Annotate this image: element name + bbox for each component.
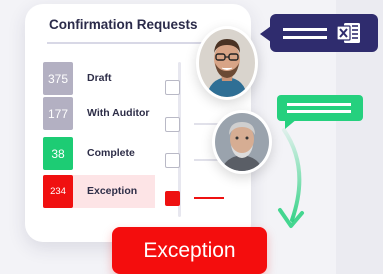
- message-line: [283, 36, 327, 39]
- request-checkbox-checked[interactable]: [165, 191, 180, 206]
- exception-line: [194, 197, 224, 199]
- status-row-exception[interactable]: 234 Exception: [43, 175, 155, 208]
- status-count: 375: [43, 62, 73, 95]
- message-line: [283, 28, 327, 31]
- title-underline: [47, 42, 213, 44]
- status-count: 38: [43, 137, 73, 170]
- status-row-with-auditor[interactable]: 177 With Auditor: [43, 97, 155, 130]
- request-checkbox[interactable]: [165, 80, 180, 95]
- status-label: Draft: [87, 72, 112, 84]
- request-checkbox[interactable]: [165, 153, 180, 168]
- email-message-bubble: [260, 14, 378, 52]
- curved-arrow-icon: [278, 128, 304, 228]
- bubble-tail: [260, 26, 271, 42]
- status-row-draft[interactable]: 375 Draft: [43, 62, 155, 95]
- request-checkbox[interactable]: [165, 117, 180, 132]
- status-row-complete[interactable]: 38 Complete: [43, 137, 155, 170]
- chat-message-bubble: [277, 95, 363, 129]
- status-label: Complete: [87, 147, 135, 159]
- card-title: Confirmation Requests: [49, 17, 198, 32]
- message-line: [287, 103, 351, 106]
- status-count: 234: [43, 175, 73, 208]
- exception-button[interactable]: Exception: [112, 227, 267, 274]
- status-count: 177: [43, 97, 73, 130]
- status-label: With Auditor: [87, 107, 150, 119]
- status-label: Exception: [87, 185, 138, 197]
- excel-icon: [336, 20, 362, 46]
- message-line: [287, 110, 351, 113]
- avatar-young-man-glasses: [196, 26, 258, 100]
